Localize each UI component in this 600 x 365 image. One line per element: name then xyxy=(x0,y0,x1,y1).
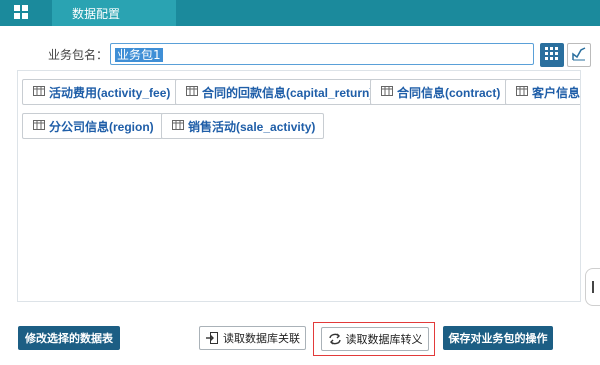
chart-view-icon xyxy=(571,46,587,65)
table-icon xyxy=(33,119,45,133)
table-item-label: 合同的回款信息(capital_return) xyxy=(202,85,374,100)
table-icon xyxy=(33,85,45,99)
side-panel-handle[interactable] xyxy=(585,268,600,306)
table-item-label: 销售活动(sale_activity) xyxy=(188,119,316,134)
table-item-label: 活动费用(activity_fee) xyxy=(49,85,171,100)
grid-menu-button[interactable] xyxy=(0,0,42,26)
table-item-activity-fee[interactable]: 活动费用(activity_fee) xyxy=(22,79,180,105)
table-item-contract[interactable]: 合同信息(contract) xyxy=(370,79,510,105)
grid-view-icon xyxy=(545,46,559,64)
table-icon xyxy=(186,85,198,99)
grid-menu-icon xyxy=(14,4,28,22)
table-icon xyxy=(381,85,393,99)
table-item-label: 合同信息(contract) xyxy=(397,85,501,100)
chart-view-button[interactable] xyxy=(567,43,591,67)
table-item-customer[interactable]: 客户信息( xyxy=(505,79,581,105)
package-name-label: 业务包名： xyxy=(48,48,109,62)
read-relation-button[interactable]: 读取数据库关联 xyxy=(199,326,306,350)
table-item-sale-activity[interactable]: 销售活动(sale_activity) xyxy=(161,113,325,139)
table-icon xyxy=(516,85,528,99)
import-icon xyxy=(205,331,219,345)
package-name-value: 业务包1 xyxy=(115,48,163,62)
handle-grip-icon xyxy=(592,281,594,293)
save-package-label: 保存对业务包的操作 xyxy=(448,332,548,345)
save-package-button[interactable]: 保存对业务包的操作 xyxy=(443,326,553,350)
table-item-region[interactable]: 分公司信息(region) xyxy=(22,113,163,139)
table-item-label: 客户信息( xyxy=(532,85,581,100)
package-name-input[interactable]: 业务包1 xyxy=(110,43,534,65)
grid-view-button[interactable] xyxy=(540,43,564,67)
modify-tables-label: 修改选择的数据表 xyxy=(25,332,113,345)
table-icon xyxy=(172,119,184,133)
read-relation-label: 读取数据库关联 xyxy=(223,332,300,345)
modify-tables-button[interactable]: 修改选择的数据表 xyxy=(18,326,120,350)
tab-label: 数据配置 xyxy=(72,6,121,21)
highlight-box xyxy=(313,322,435,356)
table-item-label: 分公司信息(region) xyxy=(49,119,154,134)
top-bar: 数据配置 xyxy=(0,0,600,26)
table-item-capital-return[interactable]: 合同的回款信息(capital_return) xyxy=(175,79,383,105)
topbar-fill xyxy=(176,0,600,26)
tab-data-config[interactable]: 数据配置 xyxy=(52,0,176,26)
table-panel: 活动费用(activity_fee) 合同的回款信息(capital_retur… xyxy=(17,70,581,302)
